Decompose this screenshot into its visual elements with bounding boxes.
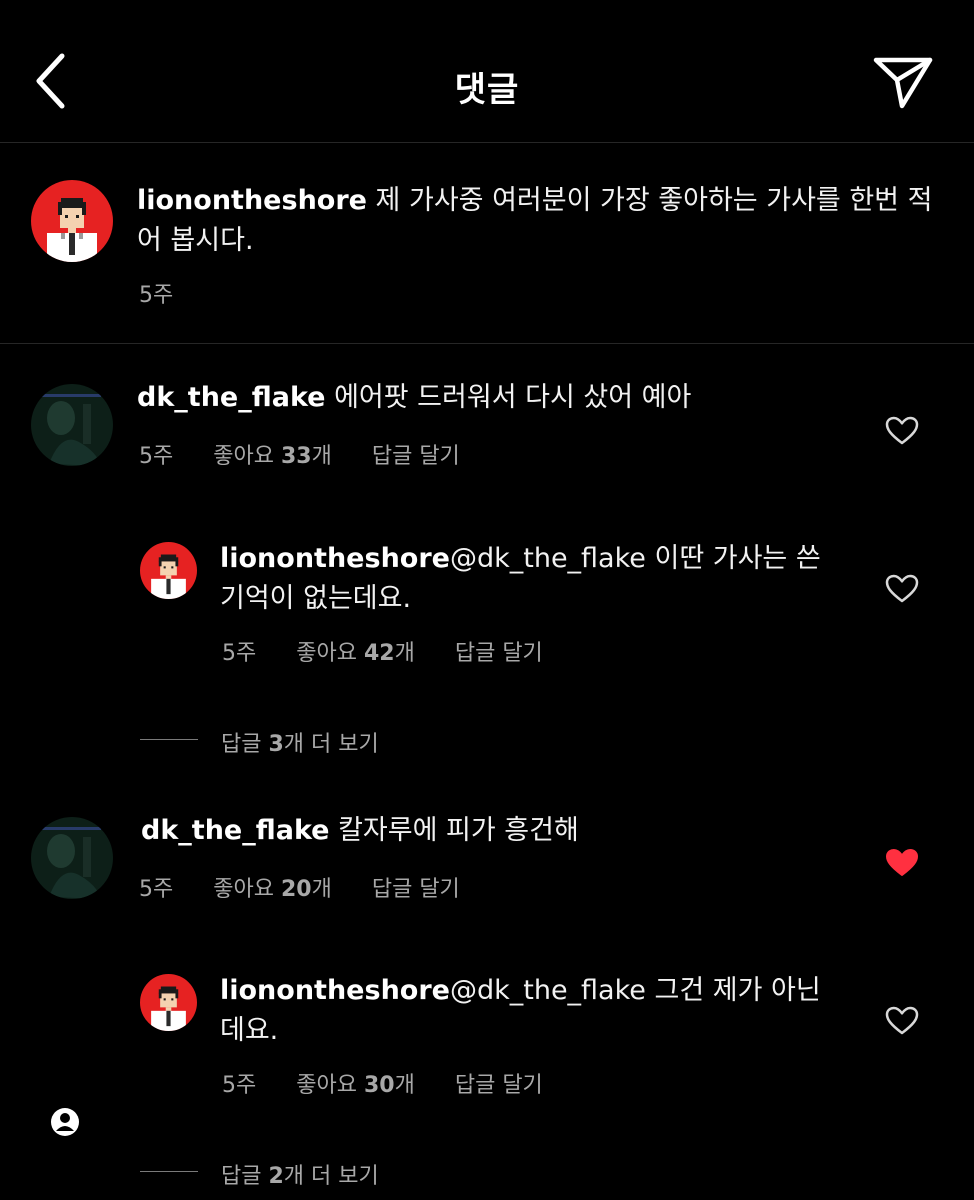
paper-plane-icon [873,57,933,109]
username-link[interactable]: dk_the_flake [141,815,330,846]
share-button[interactable] [870,52,936,114]
reply-meta: 5주 좋아요 30개 답글 달기 [222,1067,583,1099]
comment-body: 칼자루에 피가 흥건해 [329,815,579,846]
avatar[interactable] [140,974,197,1031]
divider [140,739,198,740]
like-button[interactable] [885,848,919,878]
likes-count[interactable]: 좋아요 20개 [213,871,332,903]
likes-count[interactable]: 좋아요 33개 [213,438,332,470]
divider [140,1171,198,1172]
view-more-replies[interactable]: 답글 3개 더 보기 [221,726,379,758]
caption-meta: 5주 [139,277,213,309]
comment-body: 에어팟 드러워서 다시 샀어 예아 [325,382,692,413]
comment-text: dk_the_flake 에어팟 드러워서 다시 샀어 예아 [137,378,857,418]
likes-count[interactable]: 좋아요 42개 [296,635,415,667]
reply-button[interactable]: 답글 달기 [372,438,460,470]
timestamp: 5주 [222,641,257,666]
reply-button[interactable]: 답글 달기 [455,635,543,667]
username-link[interactable]: lionontheshore [220,975,450,1006]
likes-count[interactable]: 좋아요 30개 [296,1067,415,1099]
view-more-replies[interactable]: 답글 2개 더 보기 [221,1158,379,1190]
post-caption: lionontheshore 제 가사중 여러분이 가장 좋아하는 가사를 한번… [0,143,974,344]
reply-text: lionontheshore@dk_the_flake 그건 제가 아닌데요. [220,971,830,1051]
comment-meta: 5주 좋아요 20개 답글 달기 [139,871,500,903]
avatar[interactable] [31,817,113,899]
avatar[interactable] [31,180,113,262]
username-link[interactable]: lionontheshore [220,543,450,574]
avatar[interactable] [140,542,197,599]
comment-meta: 5주 좋아요 33개 답글 달기 [139,438,500,470]
top-bar: 댓글 [0,0,974,143]
reply-button[interactable]: 답글 달기 [455,1067,543,1099]
caption-text: lionontheshore 제 가사중 여러분이 가장 좋아하는 가사를 한번… [137,181,937,261]
heart-outline-icon [885,574,919,603]
reply-meta: 5주 좋아요 42개 답글 달기 [222,635,583,667]
reply-text: lionontheshore@dk_the_flake 이딴 가사는 쓴 기억이… [220,539,830,619]
reply-button[interactable]: 답글 달기 [372,871,460,903]
like-button[interactable] [885,574,919,604]
avatar[interactable] [31,384,113,466]
comment-text: dk_the_flake 칼자루에 피가 흥건해 [141,811,861,851]
heart-outline-icon [885,416,919,445]
heart-filled-icon [886,849,918,876]
timestamp: 5주 [222,1073,257,1098]
like-button[interactable] [885,416,919,446]
heart-outline-icon [885,1006,919,1035]
page-title: 댓글 [454,70,520,110]
username-link[interactable]: dk_the_flake [137,382,326,413]
username-link[interactable]: lionontheshore [137,185,367,216]
timestamp: 5주 [139,444,174,469]
timestamp: 5주 [139,283,174,308]
like-button[interactable] [885,1006,919,1036]
timestamp: 5주 [139,877,174,902]
profile-icon[interactable] [50,1107,80,1137]
